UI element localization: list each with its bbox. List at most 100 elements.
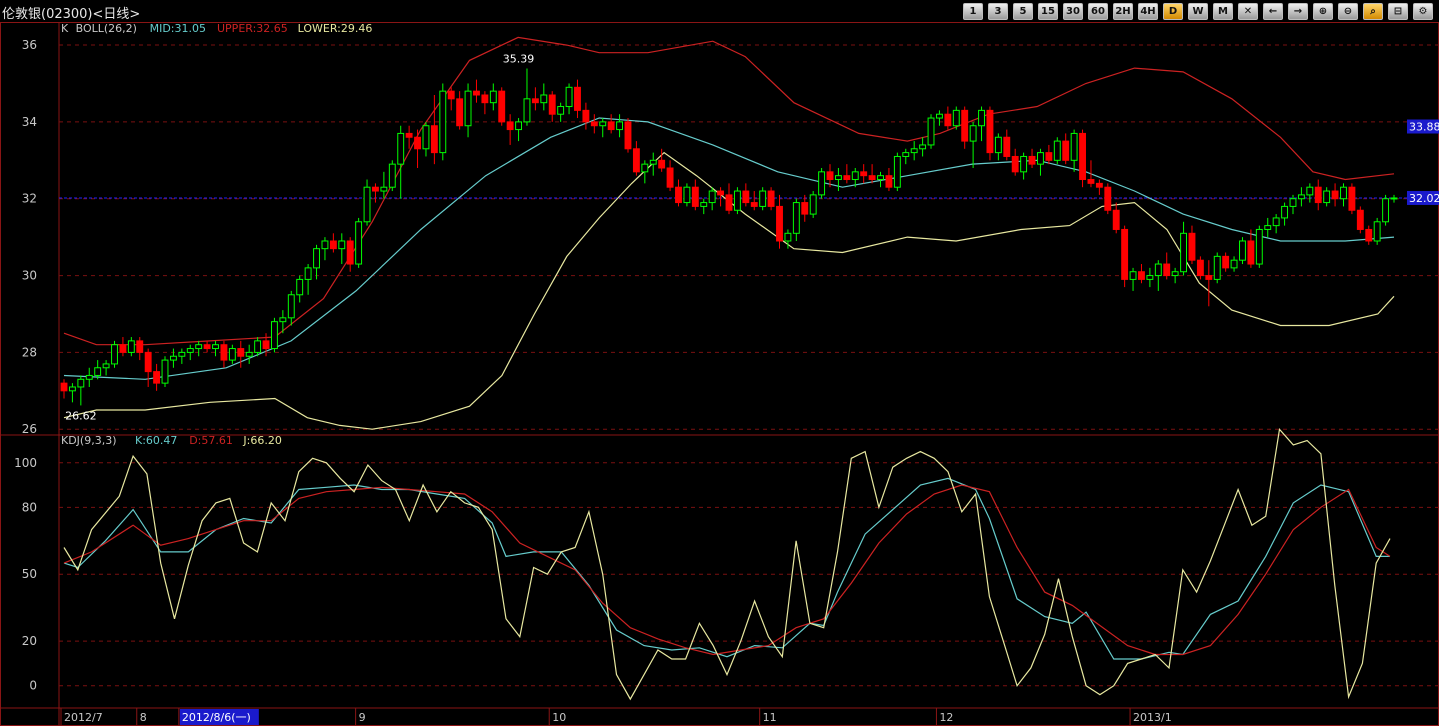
x-axis-label: 2013/1 [1133, 711, 1172, 724]
candle-down [675, 186, 682, 204]
candle-down [1079, 132, 1086, 181]
candle-down [1188, 232, 1196, 261]
candle-down [430, 125, 438, 154]
candle-down [329, 240, 337, 250]
candle-down [144, 351, 152, 373]
candle-down [1314, 186, 1322, 204]
candle-up [1239, 240, 1246, 261]
candle-up [1323, 190, 1331, 204]
candle-down [1095, 182, 1103, 188]
kdj-k-line [63, 477, 1390, 660]
candle-down [1121, 228, 1129, 280]
candle-down [1087, 179, 1095, 184]
candle-down [1222, 255, 1230, 269]
candle-up [77, 378, 85, 388]
candle-down [237, 348, 245, 357]
candle-down [1112, 209, 1120, 230]
candle-up [1272, 217, 1280, 227]
candle-down [136, 340, 144, 353]
candle-down [750, 202, 758, 207]
candle-up [616, 121, 624, 131]
x-axis-label: 11 [763, 711, 777, 724]
candle-up [700, 202, 708, 207]
candle-down [607, 121, 615, 131]
legend-boll-lower: LOWER:29.46 [298, 22, 373, 35]
candle-up [1382, 198, 1390, 223]
price-tick-label: 28 [22, 345, 37, 359]
candle-up [85, 374, 93, 380]
candle-up [186, 348, 194, 353]
legend-k-label: K [61, 22, 69, 35]
candle-up [540, 94, 548, 104]
candle-down [1062, 140, 1070, 161]
candle-down [801, 202, 809, 215]
candle-up [1297, 194, 1305, 200]
candle-down [1331, 190, 1339, 200]
candle-up [1306, 186, 1314, 196]
candle-up [1053, 140, 1061, 161]
legend-kdj-k: K:60.47 [135, 434, 177, 447]
candle-down [624, 121, 632, 150]
x-axis-cursor-date: 2012/8/6(一) [182, 711, 251, 724]
chart-canvas[interactable]: 26 28 30 32 34 36 33.88 32.02 35.39 26.62 K BOLL(26… [0, 0, 1439, 726]
candle-down [220, 344, 228, 361]
candle-down [843, 175, 851, 181]
candle-down [860, 171, 868, 177]
candle-down [1028, 155, 1036, 165]
candle-up [683, 186, 691, 204]
candle-down [582, 109, 590, 123]
candle-up [1037, 152, 1044, 165]
legend-kdj-j: J:66.20 [242, 434, 281, 447]
candle-up [733, 190, 741, 211]
candle-down [498, 90, 506, 123]
candle-up [254, 340, 262, 353]
candle-up [102, 363, 110, 369]
candle-down [574, 86, 581, 111]
candle-down [590, 121, 598, 127]
candle-up [1129, 271, 1137, 280]
candle-up [927, 117, 935, 146]
x-axis-label: 12 [939, 711, 953, 724]
candle-up [304, 267, 312, 280]
candle-up [641, 163, 649, 173]
candle-up [1154, 263, 1162, 277]
candle-up [313, 248, 320, 269]
candle-down [776, 205, 783, 242]
kdj-d-line [63, 484, 1391, 656]
x-axis-label: 9 [359, 711, 366, 724]
legend-kdj-d: D:57.61 [189, 434, 233, 447]
candle-up [380, 186, 388, 192]
candle-up [212, 344, 219, 350]
candle-up [969, 125, 977, 142]
candle-down [885, 175, 893, 188]
candle-up [792, 202, 800, 234]
extreme-price-label: 35.39 [503, 52, 535, 65]
candle-down [473, 90, 480, 96]
candle-up [228, 348, 236, 361]
x-axis-label: 8 [140, 711, 147, 724]
kdj-tick-label: 100 [14, 456, 37, 470]
candle-up [565, 86, 573, 108]
candle-up [935, 113, 943, 119]
candle-up [1281, 205, 1289, 219]
candle-up [439, 90, 447, 154]
candle-up [834, 175, 842, 181]
candle-up [893, 155, 901, 188]
candle-down [262, 340, 270, 350]
legend-kdj-name: KDJ(9,3,3) [61, 434, 117, 447]
candle-down [203, 344, 211, 350]
kdj-tick-label: 0 [29, 679, 37, 693]
candle-up [1340, 186, 1347, 200]
price-tick-label: 32 [22, 192, 37, 206]
candle-up [1171, 271, 1179, 277]
price-tick-label: 30 [22, 269, 37, 283]
candle-up [270, 321, 278, 350]
candle-down [481, 94, 489, 104]
candle-up [287, 294, 295, 319]
candle-down [632, 148, 640, 173]
candle-down [1163, 263, 1171, 277]
extreme-price-label: 26.62 [65, 409, 97, 422]
legend-boll-upper: UPPER:32.65 [217, 22, 288, 35]
candle-down [658, 159, 666, 169]
candle-up [708, 190, 716, 204]
